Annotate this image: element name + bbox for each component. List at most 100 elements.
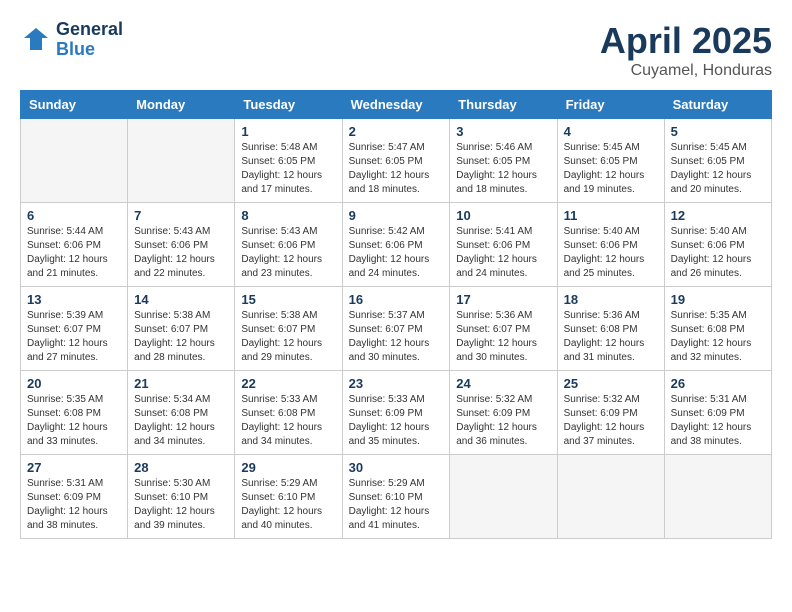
day-info: Sunrise: 5:32 AM Sunset: 6:09 PM Dayligh… [564,393,658,449]
day-info: Sunrise: 5:45 AM Sunset: 6:05 PM Dayligh… [564,141,658,197]
day-number: 8 [241,208,335,223]
day-info: Sunrise: 5:41 AM Sunset: 6:06 PM Dayligh… [456,225,550,281]
day-info: Sunrise: 5:38 AM Sunset: 6:07 PM Dayligh… [241,309,335,365]
weekday-header-row: SundayMondayTuesdayWednesdayThursdayFrid… [21,91,772,119]
day-info: Sunrise: 5:29 AM Sunset: 6:10 PM Dayligh… [241,477,335,533]
day-number: 20 [27,376,121,391]
calendar-cell: 22Sunrise: 5:33 AM Sunset: 6:08 PM Dayli… [235,371,342,455]
day-number: 13 [27,292,121,307]
page-header: General Blue April 2025 Cuyamel, Hondura… [20,20,772,80]
week-row-3: 13 Sunrise: 5:39 AM Sunset: 6:07 PM Dayli… [21,287,772,371]
day-info: Sunrise: 5:40 AM Sunset: 6:06 PM Dayligh… [564,225,658,281]
logo-text: General Blue [56,20,123,60]
calendar-cell [21,119,128,203]
day-info: Sunrise: 5:30 AM Sunset: 6:10 PM Dayligh… [134,477,228,533]
weekday-header-monday: Monday [128,91,235,119]
day-number: 21 [134,376,228,391]
day-info: Sunrise: 5:34 AM Sunset: 6:08 PM Dayligh… [134,393,228,449]
day-number: 10 [456,208,550,223]
calendar-cell: 27Sunrise: 5:31 AM Sunset: 6:09 PM Dayli… [21,455,128,539]
day-number: 6 [27,208,121,223]
calendar-cell: 3 Sunrise: 5:46 AM Sunset: 6:05 PM Daylig… [450,119,557,203]
day-number: 4 [564,124,658,139]
day-number: 14 [134,292,228,307]
day-info: Sunrise: 5:36 AM Sunset: 6:08 PM Dayligh… [564,309,658,365]
day-info: Sunrise: 5:33 AM Sunset: 6:09 PM Dayligh… [349,393,444,449]
day-number: 29 [241,460,335,475]
calendar-cell: 5 Sunrise: 5:45 AM Sunset: 6:05 PM Daylig… [664,119,771,203]
day-number: 1 [241,124,335,139]
week-row-5: 27Sunrise: 5:31 AM Sunset: 6:09 PM Dayli… [21,455,772,539]
day-info: Sunrise: 5:37 AM Sunset: 6:07 PM Dayligh… [349,309,444,365]
day-info: Sunrise: 5:45 AM Sunset: 6:05 PM Dayligh… [671,141,765,197]
calendar-cell: 11 Sunrise: 5:40 AM Sunset: 6:06 PM Dayli… [557,203,664,287]
calendar-cell: 18 Sunrise: 5:36 AM Sunset: 6:08 PM Dayli… [557,287,664,371]
day-info: Sunrise: 5:35 AM Sunset: 6:08 PM Dayligh… [27,393,121,449]
day-info: Sunrise: 5:35 AM Sunset: 6:08 PM Dayligh… [671,309,765,365]
day-number: 23 [349,376,444,391]
day-info: Sunrise: 5:38 AM Sunset: 6:07 PM Dayligh… [134,309,228,365]
day-info: Sunrise: 5:46 AM Sunset: 6:05 PM Dayligh… [456,141,550,197]
weekday-header-wednesday: Wednesday [342,91,450,119]
logo: General Blue [20,20,123,60]
weekday-header-thursday: Thursday [450,91,557,119]
day-info: Sunrise: 5:47 AM Sunset: 6:05 PM Dayligh… [349,141,444,197]
day-info: Sunrise: 5:44 AM Sunset: 6:06 PM Dayligh… [27,225,121,281]
calendar-cell: 15 Sunrise: 5:38 AM Sunset: 6:07 PM Dayli… [235,287,342,371]
day-number: 9 [349,208,444,223]
calendar-cell: 13 Sunrise: 5:39 AM Sunset: 6:07 PM Dayli… [21,287,128,371]
calendar-cell: 4 Sunrise: 5:45 AM Sunset: 6:05 PM Daylig… [557,119,664,203]
logo-general: General [56,20,123,40]
day-info: Sunrise: 5:43 AM Sunset: 6:06 PM Dayligh… [134,225,228,281]
day-number: 2 [349,124,444,139]
calendar-cell: 30 Sunrise: 5:29 AM Sunset: 6:10 PM Dayli… [342,455,450,539]
day-number: 11 [564,208,658,223]
logo-icon [20,24,52,56]
calendar-cell [450,455,557,539]
week-row-1: 1 Sunrise: 5:48 AM Sunset: 6:05 PM Daylig… [21,119,772,203]
calendar-cell: 29 Sunrise: 5:29 AM Sunset: 6:10 PM Dayli… [235,455,342,539]
day-number: 18 [564,292,658,307]
calendar-cell [664,455,771,539]
day-number: 17 [456,292,550,307]
calendar-cell: 10 Sunrise: 5:41 AM Sunset: 6:06 PM Dayli… [450,203,557,287]
day-info: Sunrise: 5:32 AM Sunset: 6:09 PM Dayligh… [456,393,550,449]
calendar-cell: 1 Sunrise: 5:48 AM Sunset: 6:05 PM Daylig… [235,119,342,203]
day-number: 7 [134,208,228,223]
calendar-cell: 17Sunrise: 5:36 AM Sunset: 6:07 PM Dayli… [450,287,557,371]
calendar-cell: 14 Sunrise: 5:38 AM Sunset: 6:07 PM Dayli… [128,287,235,371]
day-number: 5 [671,124,765,139]
calendar-cell [128,119,235,203]
calendar-cell: 20 Sunrise: 5:35 AM Sunset: 6:08 PM Dayli… [21,371,128,455]
month-title: April 2025 [600,20,772,62]
day-number: 15 [241,292,335,307]
calendar-cell: 19 Sunrise: 5:35 AM Sunset: 6:08 PM Dayli… [664,287,771,371]
day-number: 25 [564,376,658,391]
calendar-cell: 6 Sunrise: 5:44 AM Sunset: 6:06 PM Daylig… [21,203,128,287]
calendar-cell: 8 Sunrise: 5:43 AM Sunset: 6:06 PM Daylig… [235,203,342,287]
day-number: 30 [349,460,444,475]
calendar-cell: 21 Sunrise: 5:34 AM Sunset: 6:08 PM Dayli… [128,371,235,455]
day-number: 16 [349,292,444,307]
day-number: 19 [671,292,765,307]
day-info: Sunrise: 5:39 AM Sunset: 6:07 PM Dayligh… [27,309,121,365]
day-info: Sunrise: 5:42 AM Sunset: 6:06 PM Dayligh… [349,225,444,281]
calendar-cell [557,455,664,539]
day-info: Sunrise: 5:31 AM Sunset: 6:09 PM Dayligh… [671,393,765,449]
day-number: 26 [671,376,765,391]
week-row-2: 6 Sunrise: 5:44 AM Sunset: 6:06 PM Daylig… [21,203,772,287]
weekday-header-tuesday: Tuesday [235,91,342,119]
day-number: 3 [456,124,550,139]
day-info: Sunrise: 5:29 AM Sunset: 6:10 PM Dayligh… [349,477,444,533]
day-info: Sunrise: 5:43 AM Sunset: 6:06 PM Dayligh… [241,225,335,281]
logo-blue: Blue [56,40,123,60]
calendar: SundayMondayTuesdayWednesdayThursdayFrid… [20,90,772,539]
calendar-cell: 26 Sunrise: 5:31 AM Sunset: 6:09 PM Dayli… [664,371,771,455]
calendar-cell: 28Sunrise: 5:30 AM Sunset: 6:10 PM Dayli… [128,455,235,539]
title-area: April 2025 Cuyamel, Honduras [600,20,772,80]
calendar-cell: 23 Sunrise: 5:33 AM Sunset: 6:09 PM Dayli… [342,371,450,455]
calendar-cell: 16 Sunrise: 5:37 AM Sunset: 6:07 PM Dayli… [342,287,450,371]
calendar-cell: 2 Sunrise: 5:47 AM Sunset: 6:05 PM Daylig… [342,119,450,203]
weekday-header-saturday: Saturday [664,91,771,119]
day-info: Sunrise: 5:48 AM Sunset: 6:05 PM Dayligh… [241,141,335,197]
